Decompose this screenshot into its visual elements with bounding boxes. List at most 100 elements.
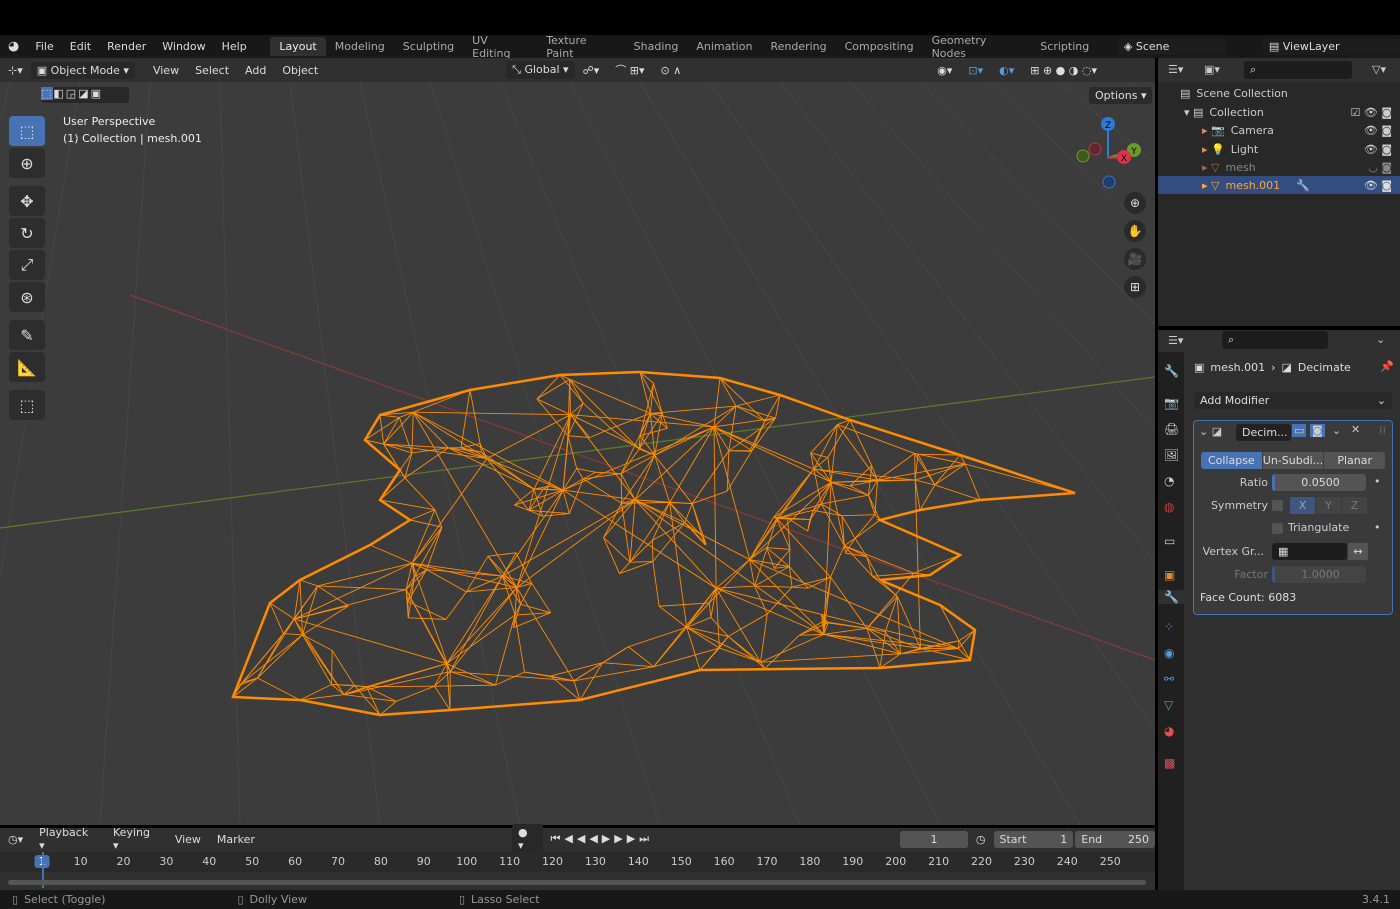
tab-scripting[interactable]: Scripting (1031, 37, 1098, 56)
selection-mode-buttons[interactable]: ⬚◧◲◪▣ (41, 87, 129, 103)
outliner-item-light[interactable]: ▸ 💡 Light 👁 ◙ (1158, 140, 1400, 158)
menu-object[interactable]: Object (274, 64, 326, 77)
select-box-tool[interactable]: ⬚ (9, 116, 45, 146)
options-button[interactable]: Options ▾ (1089, 87, 1153, 104)
invert-vertex-group-icon[interactable]: ↔ (1348, 543, 1368, 560)
outliner-scene-collection[interactable]: ▤ Scene Collection (1158, 84, 1400, 102)
menu-marker[interactable]: Marker (209, 833, 263, 846)
outliner-item-camera[interactable]: ▸ 📷 Camera 👁 ◙ (1158, 121, 1400, 139)
shading-modes-icon[interactable]: ⊞ ⊕ ● ◑ ◌▾ (1022, 64, 1105, 77)
filter-icon[interactable]: ▽▾ (1372, 63, 1386, 76)
add-modifier-button[interactable]: Add Modifier ⌄ (1194, 392, 1392, 409)
menu-window[interactable]: Window (154, 40, 213, 53)
tab-animation[interactable]: Animation (687, 37, 761, 56)
editor-type-icon[interactable]: ◷▾ (0, 833, 31, 846)
annotate-tool[interactable]: ✎ (9, 320, 45, 350)
data-tab-icon[interactable]: ▽ (1164, 698, 1173, 712)
tab-planar[interactable]: Planar (1324, 452, 1386, 469)
proportional-edit-icon[interactable]: ⊙ ∧ (652, 64, 689, 77)
collapse-chevron-icon[interactable]: ⌄ ◪ (1199, 425, 1222, 438)
menu-render[interactable]: Render (99, 40, 154, 53)
symmetry-axis-y[interactable]: Y (1316, 497, 1341, 514)
symmetry-axis-x[interactable]: X (1290, 497, 1315, 514)
add-cube-tool[interactable]: ⬚ (9, 390, 45, 420)
modifier-tab-icon[interactable]: 🔧 (1158, 590, 1184, 604)
triangulate-checkbox[interactable] (1272, 523, 1283, 534)
drag-handle-icon[interactable]: ⁞⁞ (1379, 424, 1386, 437)
output-tab-icon[interactable]: 🖨 (1164, 422, 1179, 436)
physics-tab-icon[interactable]: ◉ (1164, 646, 1174, 660)
wireframe-mesh[interactable] (231, 370, 1076, 717)
view-layer-selector[interactable]: ▤ ViewLayer (1262, 38, 1400, 55)
scene-selector[interactable]: ◈ Scene (1117, 38, 1226, 55)
collection-tab-icon[interactable]: ▭ (1164, 534, 1175, 548)
factor-field[interactable]: 1.0000 (1272, 566, 1366, 583)
mode-selector[interactable]: ▣ Object Mode ▾ (30, 61, 135, 79)
menu-add[interactable]: Add (237, 64, 274, 77)
zoom-icon[interactable]: ⊕ (1124, 192, 1146, 214)
pin-icon[interactable]: 📌 (1380, 360, 1394, 373)
constraints-tab-icon[interactable]: ⚯ (1164, 672, 1174, 686)
modifier-name-input[interactable]: Decim... (1236, 424, 1291, 441)
end-frame-field[interactable]: End 250 (1075, 830, 1155, 848)
scale-tool[interactable]: ⤢ (9, 250, 45, 280)
pan-hand-icon[interactable]: ✋ (1124, 220, 1146, 242)
transform-tool[interactable]: ⊛ (9, 282, 45, 312)
current-frame-field[interactable]: 1 (900, 830, 968, 848)
keyframe-dot[interactable]: • (1374, 475, 1381, 488)
ratio-field[interactable]: 0.0500 (1272, 474, 1366, 491)
tab-rendering[interactable]: Rendering (761, 37, 835, 56)
menu-file[interactable]: File (27, 40, 61, 53)
render-tab-icon[interactable]: 📷 (1164, 396, 1179, 410)
tool-tab-icon[interactable]: 🔧 (1164, 364, 1179, 378)
close-icon[interactable]: ✕ (1351, 423, 1360, 436)
visibility-icon[interactable]: ◉▾ (929, 64, 960, 77)
menu-playback[interactable]: Playback ▾ (31, 826, 105, 852)
symmetry-checkbox[interactable] (1272, 500, 1283, 511)
properties-search-input[interactable]: ⌕ (1222, 331, 1328, 349)
3d-viewport[interactable]: ⬚◧◲◪▣ User Perspective (1) Collection | … (0, 82, 1155, 825)
menu-view[interactable]: View (145, 64, 187, 77)
menu-edit[interactable]: Edit (62, 40, 99, 53)
menu-keying[interactable]: Keying ▾ (105, 826, 167, 852)
record-button[interactable]: ● ▾ (511, 824, 543, 854)
orientation-selector[interactable]: ⤡ Global ▾ (506, 61, 575, 79)
vertex-group-field[interactable]: ▦ (1272, 543, 1347, 560)
clock-icon[interactable]: ◷ (968, 833, 994, 846)
editor-type-icon[interactable]: ☰▾ (1168, 63, 1183, 76)
perspective-toggle-icon[interactable]: ⊞ (1124, 276, 1146, 298)
snap-icon[interactable]: ⌒ ⊞▾ (607, 62, 652, 78)
playback-controls[interactable]: ⏮◀◀◀▶▶▶⏭ (543, 832, 662, 846)
editor-type-icon[interactable]: ⊹▾ (0, 64, 31, 77)
blender-logo-icon[interactable]: ◕ (0, 39, 27, 54)
scene-tab-icon[interactable]: ◔ (1164, 474, 1174, 488)
material-tab-icon[interactable]: ◕ (1164, 724, 1174, 738)
modifier-dropdown-icon[interactable]: ⌄ (1332, 424, 1341, 437)
view-layer-tab-icon[interactable]: 🖼 (1164, 448, 1179, 462)
outliner-collection[interactable]: ▾ ▤ Collection ☑ 👁 ◙ (1158, 103, 1400, 121)
start-frame-field[interactable]: Start 1 (993, 830, 1074, 848)
frame-ruler[interactable]: 1102030405060708090100110120130140150160… (0, 852, 1155, 872)
outliner-item-mesh[interactable]: ▸ ▽ mesh ◡ ◙ (1158, 158, 1400, 176)
tab-layout[interactable]: Layout (270, 37, 326, 56)
outliner-search-input[interactable]: ⌕ (1244, 61, 1352, 79)
menu-help[interactable]: Help (214, 40, 255, 53)
rotate-tool[interactable]: ↻ (9, 218, 45, 248)
tab-shading[interactable]: Shading (625, 37, 688, 56)
chevron-down-icon[interactable]: ⌄ (1376, 333, 1385, 346)
world-tab-icon[interactable]: ◍ (1164, 500, 1174, 514)
menu-select[interactable]: Select (187, 64, 237, 77)
render-toggle-icon[interactable]: ◙ (1310, 424, 1325, 437)
display-mode-icon[interactable]: ▣▾ (1204, 63, 1220, 76)
particles-tab-icon[interactable]: ⁘ (1164, 620, 1174, 634)
tab-un-subdivide[interactable]: Un-Subdi... (1262, 452, 1324, 469)
keyframe-dot[interactable]: • (1374, 521, 1381, 534)
outliner-item-mesh-001[interactable]: ▸ ▽ mesh.001 🔧 👁 ◙ (1158, 176, 1400, 194)
menu-view[interactable]: View (167, 833, 209, 846)
measure-tool[interactable]: 📐 (9, 352, 45, 382)
editor-type-icon[interactable]: ☰▾ (1168, 334, 1183, 347)
gizmo-toggle-icon[interactable]: ⊡▾ (960, 64, 991, 77)
cursor-tool[interactable]: ⊕ (9, 148, 45, 178)
object-tab-icon[interactable]: ▣ (1164, 568, 1175, 582)
tab-modeling[interactable]: Modeling (326, 37, 394, 56)
